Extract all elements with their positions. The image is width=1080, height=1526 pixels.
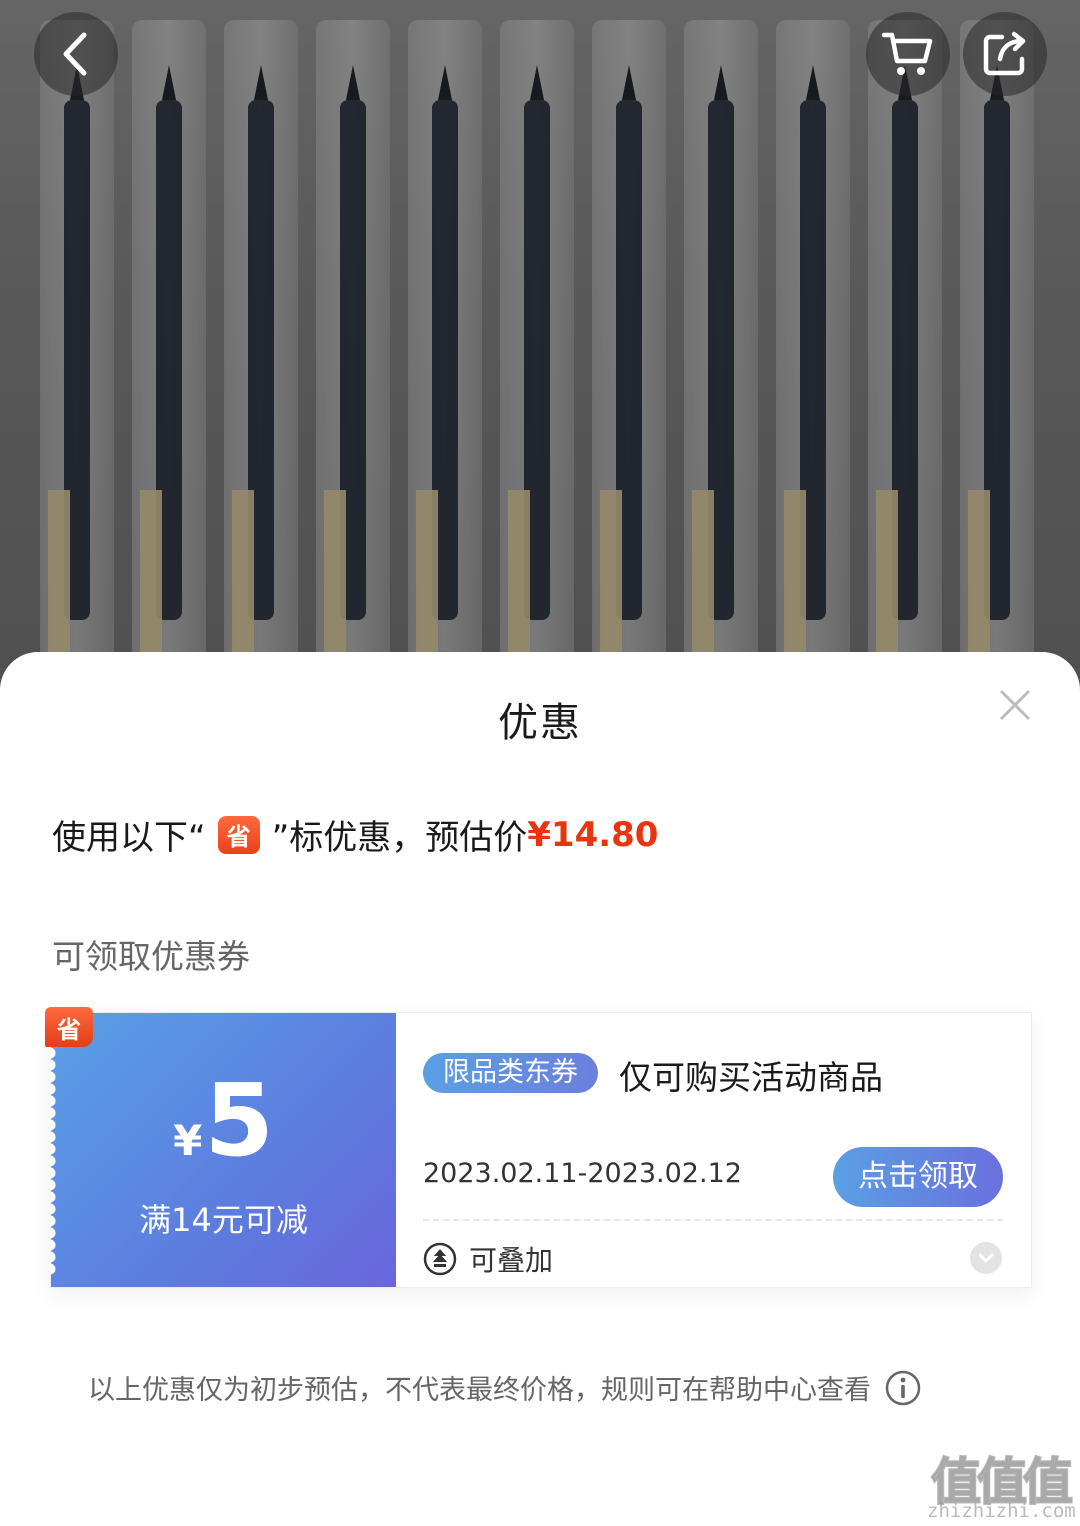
disclaimer-text: 以上优惠仅为初步预估，不代表最终价格，规则可在帮助中心查看 <box>88 1375 871 1406</box>
coupon-value-panel: ¥5 满14元可减 <box>50 1013 396 1287</box>
estimated-price: ¥14.80 <box>527 814 659 855</box>
back-button[interactable] <box>34 12 118 96</box>
coupon-corner-badge: 省 <box>45 1007 93 1047</box>
claim-button[interactable]: 点击领取 <box>833 1147 1003 1207</box>
coupon-amount: ¥5 <box>51 1071 396 1171</box>
estimate-summary: 使用以下“ 省 ”标优惠，预估价 ¥14.80 <box>52 810 658 859</box>
coupon-description: 仅可购买活动商品 <box>619 1058 883 1097</box>
shopping-cart-icon <box>881 32 933 75</box>
coupon-divider <box>423 1219 1003 1221</box>
summary-suffix: ”标优惠，预估价 <box>271 818 528 858</box>
sheng-badge: 省 <box>217 815 260 854</box>
cart-button[interactable] <box>866 12 950 96</box>
chevron-left-icon <box>63 32 87 76</box>
stack-icon <box>423 1242 457 1276</box>
section-title: 可领取优惠券 <box>52 937 250 976</box>
stackable-label: 可叠加 <box>469 1244 554 1277</box>
share-icon <box>983 31 1026 76</box>
chevron-down-icon[interactable] <box>969 1241 1003 1275</box>
coupon-card: ¥5 满14元可减 省 限品类东券 仅可购买活动商品 2023.02.11-20… <box>45 1007 1032 1288</box>
summary-prefix: 使用以下“ <box>52 818 206 858</box>
info-icon[interactable] <box>885 1370 921 1406</box>
coupon-condition: 满14元可减 <box>139 1201 308 1239</box>
coupon-amount-value: 5 <box>204 1062 274 1179</box>
coupon-validity: 2023.02.11-2023.02.12 <box>423 1158 742 1189</box>
product-image <box>0 0 1080 700</box>
close-icon[interactable] <box>992 682 1038 728</box>
sheet-title: 优惠 <box>498 700 582 746</box>
discount-sheet: 优惠 使用以下“ 省 ”标优惠，预估价 ¥14.80 可领取优惠券 ¥5 满14… <box>0 652 1080 1526</box>
watermark: 值值值 zhizhizhi.com <box>925 1442 1076 1522</box>
stackable-row: 可叠加 <box>423 1239 553 1279</box>
disclaimer: 以上优惠仅为初步预估，不代表最终价格，规则可在帮助中心查看 <box>88 1368 921 1407</box>
coupon-type-tag: 限品类东券 <box>423 1053 598 1093</box>
currency-symbol: ¥ <box>173 1116 203 1165</box>
watermark-site: zhizhizhi.com <box>927 1500 1076 1522</box>
share-button[interactable] <box>963 12 1047 96</box>
overlay-dim <box>0 0 1080 700</box>
